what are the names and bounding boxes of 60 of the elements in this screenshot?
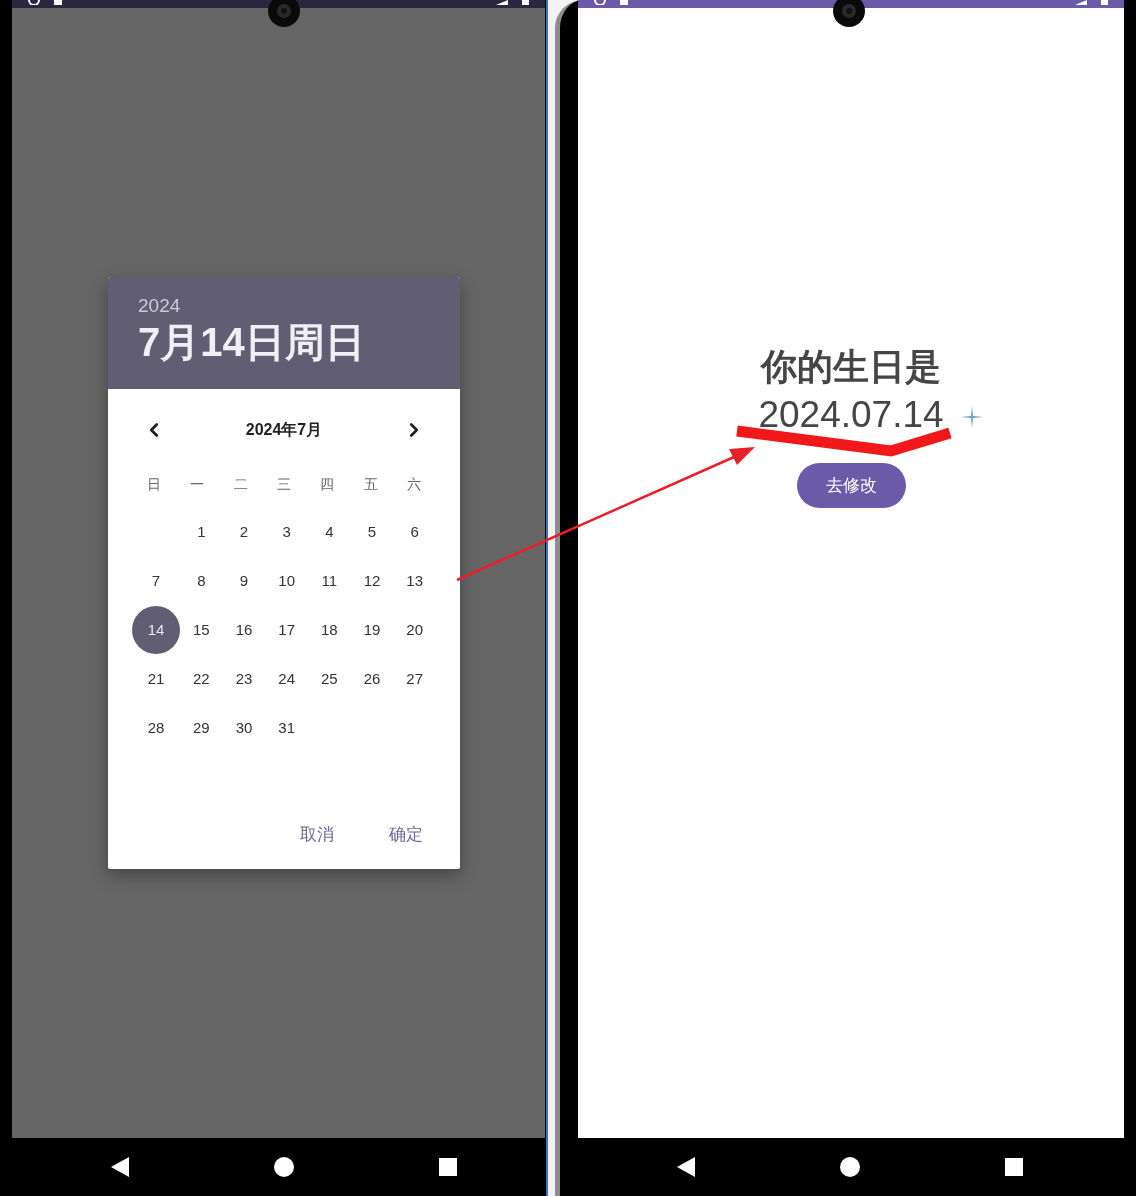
- calendar-day[interactable]: 16: [224, 609, 264, 650]
- month-label: 2024年7月: [245, 419, 323, 440]
- calendar-day[interactable]: 29: [181, 707, 222, 748]
- weekday-label: 四: [320, 475, 335, 494]
- calendar-day[interactable]: 19: [352, 609, 392, 650]
- home-icon[interactable]: [840, 1157, 860, 1177]
- header-year[interactable]: 2024: [138, 295, 181, 317]
- battery-icon: [522, 0, 529, 5]
- calendar-day[interactable]: 7: [136, 560, 176, 601]
- calendar-day[interactable]: 6: [394, 511, 435, 552]
- back-icon[interactable]: [111, 1157, 129, 1177]
- calendar-day[interactable]: 15: [181, 609, 222, 650]
- calendar-day[interactable]: 26: [352, 658, 392, 699]
- weekday-label: 二: [233, 475, 248, 494]
- signal-icon: [1075, 0, 1087, 5]
- calendar-day[interactable]: 1: [181, 511, 222, 552]
- calendar-day[interactable]: 31: [266, 707, 307, 748]
- camera-icon: [267, 0, 301, 28]
- calendar-day[interactable]: 11: [309, 560, 350, 601]
- calendar-day[interactable]: 14: [132, 605, 180, 654]
- calendar-day[interactable]: 4: [309, 511, 350, 552]
- weekday-label: 五: [363, 475, 378, 494]
- weekday-label: 日: [146, 475, 161, 494]
- weekday-label: 六: [407, 475, 422, 494]
- camera-icon: [832, 0, 866, 28]
- signal-icon: [496, 0, 508, 5]
- birthday-title: 你的生日是: [761, 346, 941, 388]
- calendar-day[interactable]: 28: [136, 707, 176, 748]
- calendar-day[interactable]: 18: [309, 609, 350, 650]
- ring-icon: [28, 0, 40, 5]
- dialog-action-button[interactable]: 确定: [375, 815, 437, 854]
- calendar-day[interactable]: 9: [224, 560, 264, 601]
- calendar-day[interactable]: 21: [136, 658, 176, 699]
- battery-icon: [1101, 0, 1108, 5]
- calendar-day[interactable]: 24: [266, 658, 307, 699]
- home-icon[interactable]: [274, 1157, 294, 1177]
- calendar-day[interactable]: 3: [266, 511, 307, 552]
- calendar-day[interactable]: 25: [309, 658, 350, 699]
- birthday-date: 2024.07.14: [758, 394, 944, 436]
- back-icon[interactable]: [677, 1157, 695, 1177]
- calendar-day[interactable]: 10: [266, 560, 307, 601]
- ring-icon: [594, 0, 606, 5]
- header-date: 7月14日周日: [138, 319, 365, 366]
- edit-button[interactable]: 去修改: [796, 463, 906, 508]
- calendar-day[interactable]: 8: [181, 560, 222, 601]
- calendar-day[interactable]: 22: [181, 658, 222, 699]
- calendar-day[interactable]: 27: [394, 658, 435, 699]
- calendar-day[interactable]: 12: [352, 560, 392, 601]
- weekday-label: 三: [277, 475, 291, 494]
- calendar-day[interactable]: 30: [224, 707, 264, 748]
- weekday-label: 一: [190, 475, 205, 494]
- square-icon: [54, 0, 62, 5]
- calendar-day[interactable]: 5: [352, 511, 392, 552]
- calendar-day[interactable]: 13: [394, 560, 435, 601]
- calendar-day[interactable]: 17: [266, 609, 307, 650]
- square-icon: [620, 0, 628, 5]
- calendar-day[interactable]: 2: [224, 511, 264, 552]
- calendar-day[interactable]: 23: [224, 658, 264, 699]
- calendar-day[interactable]: 20: [394, 609, 435, 650]
- dialog-action-button[interactable]: 取消: [286, 815, 348, 854]
